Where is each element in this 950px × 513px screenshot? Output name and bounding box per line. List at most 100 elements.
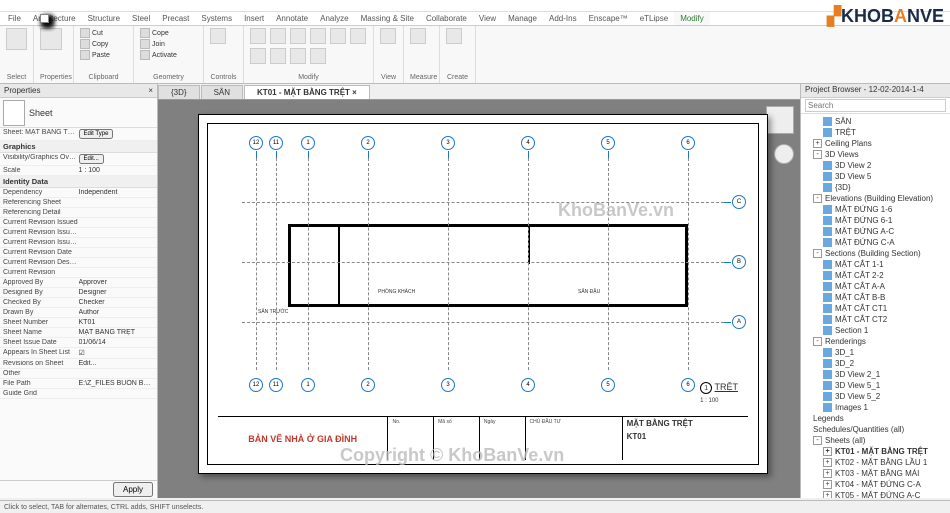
ribbon-tab-analyze[interactable]: Analyze — [314, 12, 354, 25]
controls-icon[interactable] — [210, 28, 226, 44]
copy-icon[interactable] — [80, 39, 90, 49]
property-row[interactable]: Guide Grid — [0, 389, 157, 399]
cope-icon[interactable] — [140, 28, 150, 38]
property-row[interactable]: Other — [0, 369, 157, 379]
join-icon[interactable] — [140, 39, 150, 49]
property-row[interactable]: File PathE:\Z_FILES BUON BAN\NH... — [0, 379, 157, 389]
close-icon[interactable]: × — [148, 86, 153, 95]
property-row[interactable]: Sheet NameMẶT BẰNG TRỆT — [0, 328, 157, 338]
expand-icon[interactable]: + — [823, 480, 832, 489]
tree-node[interactable]: -Renderings — [803, 336, 948, 347]
tree-node[interactable]: 3D_2 — [803, 358, 948, 369]
property-row[interactable]: Revisions on SheetEdit... — [0, 359, 157, 369]
tree-node[interactable]: +Ceiling Plans — [803, 138, 948, 149]
tree-node[interactable]: 3D View 5 — [803, 171, 948, 182]
property-row[interactable]: Current Revision Descripti... — [0, 258, 157, 268]
expand-icon[interactable]: - — [813, 150, 822, 159]
tree-node[interactable]: MẶT CẮT A-A — [803, 281, 948, 292]
tree-node[interactable]: 3D View 2 — [803, 160, 948, 171]
apply-button[interactable]: Apply — [113, 482, 153, 497]
tree-node[interactable]: MẶT CẮT CT2 — [803, 314, 948, 325]
browser-tree[interactable]: SÂNTRỆT+Ceiling Plans-3D Views3D View 23… — [801, 114, 950, 498]
property-row[interactable]: Current Revision — [0, 268, 157, 278]
ribbon-tab-view[interactable]: View — [473, 12, 502, 25]
expand-icon[interactable]: - — [813, 194, 822, 203]
ribbon-tab-addins[interactable]: Add-Ins — [543, 12, 583, 25]
tree-node[interactable]: -Sections (Building Section) — [803, 248, 948, 259]
view-cube[interactable] — [766, 106, 794, 134]
trim-icon[interactable] — [350, 28, 366, 44]
vg-edit-button[interactable]: Edit... — [79, 154, 104, 164]
tree-node[interactable]: 3D View 5_2 — [803, 391, 948, 402]
tree-node[interactable]: Legends — [803, 413, 948, 424]
property-row[interactable]: Current Revision Issued — [0, 218, 157, 228]
tree-node[interactable]: MẶT CẮT B-B — [803, 292, 948, 303]
ribbon-tab-etlipse[interactable]: eTLipse — [634, 12, 674, 25]
view-tab[interactable]: SÂN — [201, 85, 243, 99]
tree-node[interactable]: Images 1 — [803, 402, 948, 413]
align-icon[interactable] — [250, 28, 266, 44]
tree-node[interactable]: -Elevations (Building Elevation) — [803, 193, 948, 204]
tree-node[interactable]: MẶT ĐỨNG C-A — [803, 237, 948, 248]
property-row[interactable]: Approved ByApprover — [0, 278, 157, 288]
pin-icon[interactable] — [310, 48, 326, 64]
browser-search-input[interactable] — [805, 99, 946, 112]
edit-type-button[interactable]: Edit Type — [79, 129, 114, 139]
property-row[interactable]: Appears In Sheet List☑ — [0, 348, 157, 359]
property-row[interactable]: Referencing Sheet — [0, 198, 157, 208]
ribbon-tab-massingsite[interactable]: Massing & Site — [355, 12, 420, 25]
view-tab[interactable]: {3D} — [158, 85, 200, 99]
tree-node[interactable]: +KT03 - MẶT BẰNG MÁI — [803, 468, 948, 479]
property-row[interactable]: Sheet NumberKT01 — [0, 318, 157, 328]
ribbon-tab-steel[interactable]: Steel — [126, 12, 156, 25]
expand-icon[interactable]: + — [813, 139, 822, 148]
property-row[interactable]: Current Revision Date — [0, 248, 157, 258]
ribbon-tab-enscape[interactable]: Enscape™ — [583, 12, 634, 25]
tree-node[interactable]: 3D_1 — [803, 347, 948, 358]
ribbon-tab-systems[interactable]: Systems — [195, 12, 238, 25]
tree-node[interactable]: MẶT CẮT 1-1 — [803, 259, 948, 270]
ribbon-tab-annotate[interactable]: Annotate — [270, 12, 314, 25]
tree-node[interactable]: +KT02 - MẶT BẰNG LẦU 1 — [803, 457, 948, 468]
tree-node[interactable]: Section 1 — [803, 325, 948, 336]
tree-node[interactable]: MẶT CẮT 2-2 — [803, 270, 948, 281]
expand-icon[interactable]: - — [813, 436, 822, 445]
paste-icon[interactable] — [80, 50, 90, 60]
tree-node[interactable]: 3D View 2_1 — [803, 369, 948, 380]
view-icon[interactable] — [380, 28, 396, 44]
ribbon-tab-manage[interactable]: Manage — [502, 12, 543, 25]
tree-node[interactable]: +KT04 - MẶT ĐỨNG C-A — [803, 479, 948, 490]
tree-node[interactable]: -Sheets (all) — [803, 435, 948, 446]
activate-icon[interactable] — [140, 50, 150, 60]
tree-node[interactable]: Schedules/Quantities (all) — [803, 424, 948, 435]
expand-icon[interactable]: + — [823, 469, 832, 478]
mirror-icon[interactable] — [290, 28, 306, 44]
property-row[interactable]: Checked ByChecker — [0, 298, 157, 308]
view-tab[interactable]: KT01 - MẶT BẰNG TRỆT × — [244, 85, 370, 99]
tree-node[interactable]: TRỆT — [803, 127, 948, 138]
ribbon-tab-structure[interactable]: Structure — [82, 12, 126, 25]
steering-wheel-icon[interactable] — [774, 144, 794, 164]
ribbon-tab-modify[interactable]: Modify — [674, 12, 710, 25]
tree-node[interactable]: +KT05 - MẶT ĐỨNG A-C — [803, 490, 948, 498]
ribbon-tab-file[interactable]: File — [2, 12, 27, 25]
tree-node[interactable]: {3D} — [803, 182, 948, 193]
scale-icon[interactable] — [290, 48, 306, 64]
ribbon-tab-architecture[interactable]: Architecture — [27, 12, 82, 25]
ribbon-tab-insert[interactable]: Insert — [238, 12, 270, 25]
property-row[interactable]: Current Revision Issued To — [0, 238, 157, 248]
modify-tool-icon[interactable] — [6, 28, 27, 50]
ribbon-tab-collaborate[interactable]: Collaborate — [420, 12, 473, 25]
expand-icon[interactable]: - — [813, 337, 822, 346]
property-row[interactable]: Current Revision Issued By — [0, 228, 157, 238]
tree-node[interactable]: MẶT ĐỨNG A-C — [803, 226, 948, 237]
expand-icon[interactable]: + — [823, 447, 832, 456]
split-icon[interactable] — [250, 48, 266, 64]
tree-node[interactable]: +KT01 - MẶT BẰNG TRỆT — [803, 446, 948, 457]
expand-icon[interactable]: - — [813, 249, 822, 258]
property-row[interactable]: Referencing Detail — [0, 208, 157, 218]
expand-icon[interactable]: + — [823, 491, 832, 498]
offset-icon[interactable] — [270, 28, 286, 44]
cut-icon[interactable] — [80, 28, 90, 38]
properties-icon[interactable] — [40, 28, 62, 50]
